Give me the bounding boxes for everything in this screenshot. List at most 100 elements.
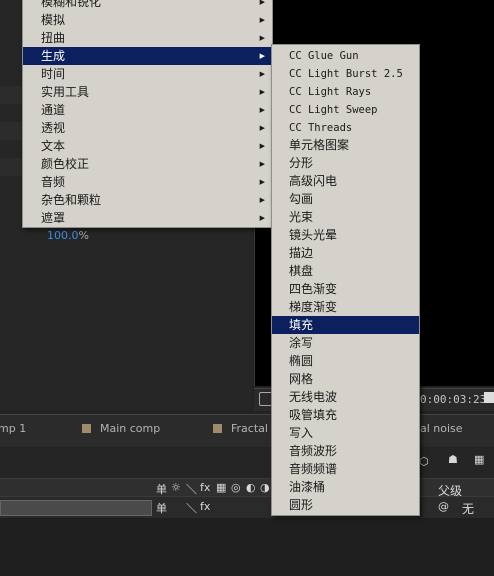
pick-whip-icon[interactable]: @	[438, 500, 449, 513]
3d-layer-icon[interactable]: ◑	[260, 481, 270, 494]
menu-item-label: 通道	[41, 103, 66, 117]
menu-item-item-1[interactable]: 模拟 ▶	[23, 11, 272, 29]
layer-name-field[interactable]	[0, 500, 152, 516]
menu-item-item-2[interactable]: 扭曲 ▶	[23, 29, 272, 47]
submenu-arrow-icon: ▶	[259, 88, 265, 96]
submenu-arrow-icon: ▶	[259, 124, 265, 132]
menu-item-item-7[interactable]: 透视 ▶	[23, 119, 272, 137]
menu-item-label: 音频	[41, 175, 66, 189]
submenu-item-item-25[interactable]: 圆形	[272, 496, 419, 514]
tab-label: Main comp	[100, 422, 161, 435]
submenu-arrow-icon: ▶	[259, 52, 265, 60]
timecode-display[interactable]: 0:00:03:23	[420, 393, 486, 406]
submenu-item-cc-glue-gun[interactable]: CC Glue Gun	[272, 46, 419, 64]
menu-item-label: 颜色校正	[41, 157, 90, 171]
tab-fractal-noise[interactable]: al noise	[420, 422, 463, 435]
menu-item-label: CC Light Sweep	[289, 104, 378, 116]
submenu-item-item-7[interactable]: 高级闪电	[272, 172, 419, 190]
graph-editor-icon[interactable]: ▦	[474, 453, 484, 466]
menu-item-item-5[interactable]: 实用工具 ▶	[23, 83, 272, 101]
submenu-item-item-23[interactable]: 音频频谱	[272, 460, 419, 478]
submenu-arrow-icon: ▶	[259, 178, 265, 186]
submenu-item-cc-light-sweep[interactable]: CC Light Sweep	[272, 100, 419, 118]
submenu-item-item-9[interactable]: 光束	[272, 208, 419, 226]
submenu-item-item-5[interactable]: 单元格图案	[272, 136, 419, 154]
adjustment-layer-icon[interactable]: ◐	[246, 481, 256, 494]
submenu-item-item-12[interactable]: 棋盘	[272, 262, 419, 280]
menu-item-label: 棋盘	[289, 264, 314, 278]
effect-switch-icon[interactable]: fx	[200, 481, 210, 494]
menu-item-label: 写入	[289, 426, 314, 440]
tab-label: al noise	[420, 422, 463, 435]
percent-value[interactable]: 100.0%	[47, 229, 89, 242]
submenu-item-item-15[interactable]: 填充	[272, 316, 419, 334]
menu-item-label: 填充	[289, 318, 314, 332]
menu-item-label: 四色渐变	[289, 282, 338, 296]
menu-item-label: 勾画	[289, 192, 314, 206]
menu-item-item-4[interactable]: 时间 ▶	[23, 65, 272, 83]
quality-switch-icon[interactable]: ＼	[186, 500, 197, 516]
menu-item-label: 音频波形	[289, 444, 338, 458]
submenu-item-item-16[interactable]: 涂写	[272, 334, 419, 352]
menu-item-label: 生成	[41, 49, 66, 63]
percent-number[interactable]: 100.0	[47, 229, 79, 242]
tab-label: Fractal	[231, 422, 268, 435]
menu-item-item-6[interactable]: 通道 ▶	[23, 101, 272, 119]
motion-blur-icon[interactable]: ☗	[448, 453, 458, 466]
menu-item-item-10[interactable]: 音频 ▶	[23, 173, 272, 191]
menu-item-item-8[interactable]: 文本 ▶	[23, 137, 272, 155]
shy-switch-icon[interactable]: 单	[156, 481, 167, 497]
tab-fractal[interactable]: Fractal	[213, 422, 268, 435]
submenu-item-item-14[interactable]: 梯度渐变	[272, 298, 419, 316]
menu-item-item-12[interactable]: 遮罩 ▶	[23, 209, 272, 227]
submenu-item-item-21[interactable]: 写入	[272, 424, 419, 442]
menu-item-label: CC Light Rays	[289, 86, 372, 98]
quality-switch-icon[interactable]: ＼	[186, 481, 197, 497]
submenu-item-item-6[interactable]: 分形	[272, 154, 419, 172]
parent-dropdown[interactable]: 无	[462, 500, 474, 517]
submenu-item-cc-threads[interactable]: CC Threads	[272, 118, 419, 136]
camera-icon[interactable]	[484, 392, 494, 403]
submenu-item-item-8[interactable]: 勾画	[272, 190, 419, 208]
submenu-item-item-20[interactable]: 吸管填充	[272, 406, 419, 424]
submenu-arrow-icon: ▶	[259, 106, 265, 114]
menu-item-label: 遮罩	[41, 211, 66, 225]
submenu-item-item-18[interactable]: 网格	[272, 370, 419, 388]
submenu-item-item-22[interactable]: 音频波形	[272, 442, 419, 460]
comp-swatch-icon	[213, 424, 222, 433]
frame-blend-icon[interactable]: ▦	[216, 481, 226, 494]
submenu-item-item-11[interactable]: 描边	[272, 244, 419, 262]
tab-comp-1[interactable]: mp 1	[0, 422, 26, 435]
tab-main-comp[interactable]: Main comp	[82, 422, 160, 435]
menu-item-label: 吸管填充	[289, 408, 338, 422]
menu-item-item-9[interactable]: 颜色校正 ▶	[23, 155, 272, 173]
menu-item-label: 模糊和锐化	[41, 0, 102, 9]
submenu-item-cc-light-burst-2-5[interactable]: CC Light Burst 2.5	[272, 64, 419, 82]
generate-submenu: CC Glue Gun CC Light Burst 2.5 CC Light Ra…	[271, 44, 420, 516]
submenu-item-cc-light-rays[interactable]: CC Light Rays	[272, 82, 419, 100]
submenu-arrow-icon: ▶	[259, 70, 265, 78]
shy-switch-icon[interactable]: 单	[156, 500, 167, 516]
submenu-item-item-10[interactable]: 镜头光晕	[272, 226, 419, 244]
menu-item-item-3[interactable]: 生成 ▶	[23, 47, 272, 65]
collapse-switch-icon[interactable]: ☼	[171, 481, 181, 494]
menu-item-label: 网格	[289, 372, 314, 386]
effect-category-menu: 模糊和锐化 ▶ 模拟 ▶ 扭曲 ▶ 生成 ▶ 时间 ▶ 实用工具 ▶ 通道 ▶ 透视 ▶ 文本 ▶ 颜色校正 ▶ 音频 ▶…	[22, 0, 273, 228]
effect-switch-icon[interactable]: fx	[200, 500, 210, 513]
submenu-item-item-13[interactable]: 四色渐变	[272, 280, 419, 298]
submenu-arrow-icon: ▶	[259, 34, 265, 42]
submenu-item-item-19[interactable]: 无线电波	[272, 388, 419, 406]
submenu-item-item-17[interactable]: 椭圆	[272, 352, 419, 370]
cube-icon[interactable]: ⬡	[419, 455, 429, 468]
menu-item-label: 时间	[41, 67, 66, 81]
menu-item-item-11[interactable]: 杂色和颗粒 ▶	[23, 191, 272, 209]
menu-item-label: 透视	[41, 121, 66, 135]
submenu-arrow-icon: ▶	[259, 214, 265, 222]
menu-item-item-0[interactable]: 模糊和锐化 ▶	[23, 0, 272, 11]
menu-item-label: 梯度渐变	[289, 300, 338, 314]
menu-item-label: 高级闪电	[289, 174, 338, 188]
menu-item-label: 分形	[289, 156, 314, 170]
motion-blur-switch-icon[interactable]: ◎	[231, 481, 241, 494]
submenu-item-item-24[interactable]: 油漆桶	[272, 478, 419, 496]
submenu-arrow-icon: ▶	[259, 142, 265, 150]
